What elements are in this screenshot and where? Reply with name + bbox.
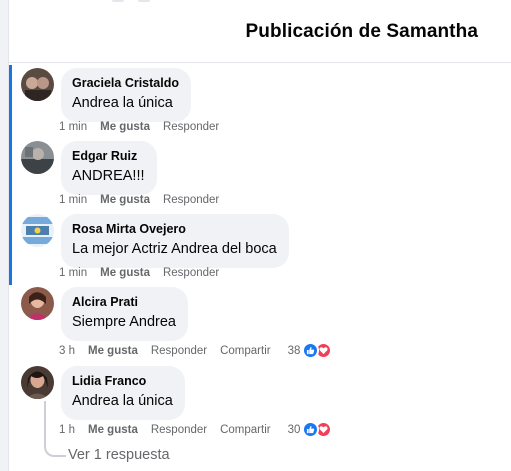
comment-author[interactable]: Graciela Cristaldo — [72, 75, 179, 91]
comment-text: Andrea la única — [72, 95, 173, 111]
avatar[interactable] — [21, 287, 54, 320]
reply-thread-line — [44, 401, 46, 445]
comment-author[interactable]: Rosa Mirta Ovejero — [72, 221, 277, 237]
comment-text: Andrea la única — [72, 393, 173, 409]
reply-thread-connector — [44, 445, 66, 457]
avatar[interactable] — [21, 366, 54, 399]
avatar[interactable] — [21, 214, 54, 247]
like-button[interactable]: Me gusta — [100, 121, 150, 133]
reactions-summary[interactable]: 38 — [288, 342, 333, 359]
comment-actions: 1 min Me gusta Responder — [59, 194, 232, 206]
post-dialog: Publicación de Samantha Graciela Cristal… — [8, 0, 511, 471]
share-button[interactable]: Compartir — [220, 345, 270, 357]
new-comments-indicator — [9, 65, 12, 285]
share-button[interactable]: Compartir — [220, 424, 270, 436]
like-button[interactable]: Me gusta — [88, 424, 138, 436]
like-button[interactable]: Me gusta — [88, 345, 138, 357]
view-replies-link[interactable]: Ver 1 respuesta — [68, 447, 170, 463]
reply-button[interactable]: Responder — [151, 345, 207, 357]
reaction-count: 38 — [287, 344, 301, 357]
comment-timestamp[interactable]: 1 min — [59, 194, 87, 206]
comment-actions: 1 min Me gusta Responder — [59, 267, 232, 279]
comment-actions: 1 min Me gusta Responder — [59, 121, 232, 133]
comment-text: ANDREA!!! — [72, 168, 145, 184]
reply-button[interactable]: Responder — [163, 194, 219, 206]
comment-timestamp[interactable]: 3 h — [59, 345, 75, 357]
reactions-summary[interactable]: 30 — [288, 421, 333, 438]
comment-text: Siempre Andrea — [72, 314, 176, 330]
comment-bubble: Edgar Ruiz ANDREA!!! — [61, 141, 157, 195]
comment-author[interactable]: Alcira Prati — [72, 294, 176, 310]
comment-timestamp[interactable]: 1 min — [59, 121, 87, 133]
reaction-count: 30 — [287, 423, 301, 436]
avatar[interactable] — [21, 141, 54, 174]
comment-author[interactable]: Lidia Franco — [72, 373, 173, 389]
comment-bubble: Lidia Franco Andrea la única — [61, 366, 185, 420]
comment-timestamp[interactable]: 1 h — [59, 424, 75, 436]
dialog-header: Publicación de Samantha — [9, 0, 511, 63]
comment-bubble: Graciela Cristaldo Andrea la única — [61, 68, 191, 122]
like-button[interactable]: Me gusta — [100, 267, 150, 279]
reply-button[interactable]: Responder — [163, 267, 219, 279]
page-title: Publicación de Samantha — [245, 21, 478, 42]
like-button[interactable]: Me gusta — [100, 194, 150, 206]
comment-text: La mejor Actriz Andrea del boca — [72, 241, 277, 257]
comment-actions: 3 h Me gusta Responder Compartir 38 — [59, 342, 333, 359]
comment-bubble: Alcira Prati Siempre Andrea — [61, 287, 188, 341]
reply-button[interactable]: Responder — [151, 424, 207, 436]
comment-timestamp[interactable]: 1 min — [59, 267, 87, 279]
comment-actions: 1 h Me gusta Responder Compartir 30 — [59, 421, 333, 438]
clipped-toolbar-icons — [112, 0, 150, 2]
comment-bubble: Rosa Mirta Ovejero La mejor Actriz Andre… — [61, 214, 289, 268]
comment-author[interactable]: Edgar Ruiz — [72, 148, 145, 164]
avatar[interactable] — [21, 68, 54, 101]
reply-button[interactable]: Responder — [163, 121, 219, 133]
